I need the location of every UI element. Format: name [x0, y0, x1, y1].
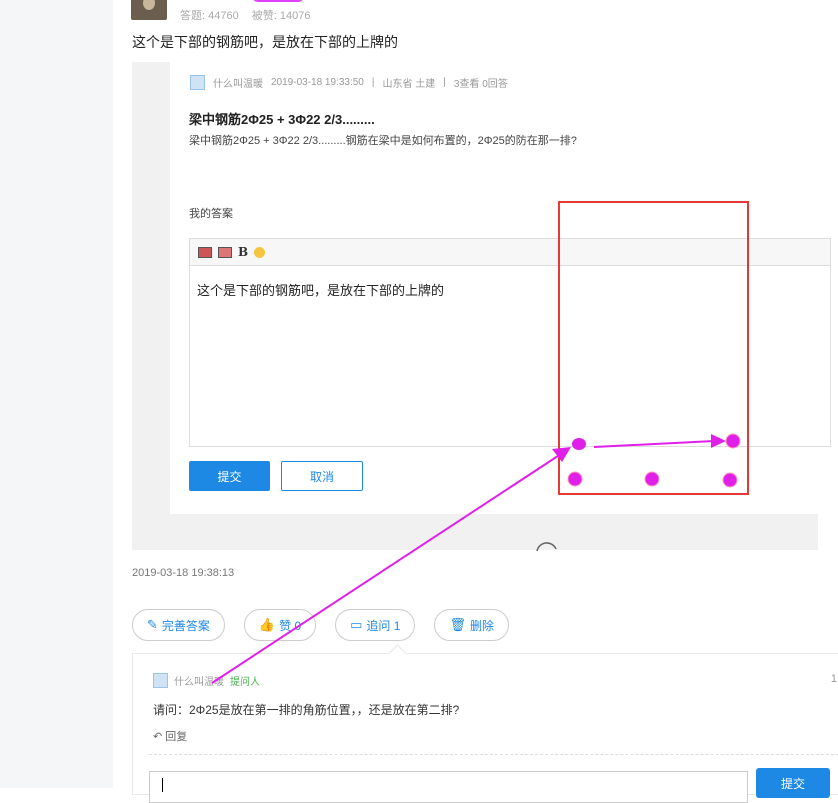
question-views: 3查看 0回答: [453, 79, 508, 90]
like-count: 被赞: 14076: [251, 10, 311, 22]
followup-count: 1: [830, 673, 837, 685]
my-answer-label: 我的答案: [189, 208, 233, 220]
answer-actions: ✎ 完善答案 👍 赞 0 ▭ 追问 1 🗑 删除: [132, 609, 509, 641]
reply-icon: ↶: [153, 731, 163, 743]
reply-link[interactable]: ↶ 回复: [153, 728, 187, 744]
question-location: 山东省 土建: [382, 79, 436, 90]
edit-icon: ✎: [147, 617, 158, 632]
picture-upload-icon[interactable]: [218, 246, 232, 258]
question-datetime: 2019-03-18 19:33:50: [271, 77, 364, 88]
reply-submit-button[interactable]: 提交: [756, 768, 830, 798]
reply-label: 回复: [165, 731, 188, 743]
left-gutter: [0, 0, 113, 788]
improve-answer-button[interactable]: ✎ 完善答案: [132, 609, 225, 641]
meta-separator: |: [443, 77, 446, 88]
answerer-avatar[interactable]: [131, 0, 167, 20]
question-title: 梁中钢筋2Φ25 + 3Φ22 2/3.........: [189, 112, 375, 127]
level-badge: [252, 0, 304, 2]
like-button[interactable]: 👍 赞 0: [243, 609, 317, 641]
text-caret: [162, 778, 163, 792]
divider: [149, 754, 838, 755]
delete-label: 删除: [469, 618, 494, 633]
embedded-screenshot: 什么叫温暖 2019-03-18 19:33:50 | 山东省 土建 | 3查看…: [132, 62, 831, 550]
bold-button[interactable]: B: [238, 245, 248, 259]
question-user: 什么叫温暖: [213, 79, 263, 90]
cancel-button[interactable]: 取消: [281, 461, 363, 491]
editor-toolbar: B: [190, 239, 830, 266]
question-meta: 什么叫温暖 2019-03-18 19:33:50 | 山东省 土建 | 3查看…: [190, 75, 508, 90]
answer-text: 这个是下部的钢筋吧，是放在下部的上牌的: [132, 34, 398, 50]
followup-label: 追问 1: [366, 618, 401, 633]
trash-icon: 🗑: [449, 617, 466, 632]
improve-label: 完善答案: [161, 618, 210, 633]
answerer-stats: 答题: 44760 被赞: 14076: [180, 7, 320, 23]
followup-panel: 什么叫温暖 提问人 1 请问：2Φ25是放在第一排的角筋位置，，还是放在第二排?…: [132, 653, 838, 803]
submit-button[interactable]: 提交: [189, 461, 270, 491]
followup-question: 请问：2Φ25是放在第一排的角筋位置，，还是放在第二排?: [153, 703, 460, 717]
user-avatar-icon: [190, 75, 205, 90]
followup-user: 什么叫温暖: [174, 677, 224, 688]
answer-count: 答题: 44760: [180, 10, 239, 22]
question-description: 梁中钢筋2Φ25 + 3Φ22 2/3.........钢筋在梁中是如何布置的，…: [189, 135, 577, 147]
meta-separator: |: [371, 77, 375, 88]
thumbs-up-icon: 👍: [258, 617, 276, 632]
asker-role-badge: 提问人: [230, 677, 260, 688]
like-label: 赞 0: [279, 618, 302, 633]
comment-icon: ▭: [350, 617, 363, 632]
delete-button[interactable]: 🗑 删除: [434, 609, 509, 641]
user-avatar-icon: [153, 673, 168, 688]
answer-timestamp: 2019-03-18 19:38:13: [132, 567, 235, 579]
image-icon[interactable]: [198, 246, 212, 258]
followup-button[interactable]: ▭ 追问 1: [335, 609, 416, 641]
editor-content[interactable]: 这个是下部的钢筋吧，是放在下部的上牌的: [190, 266, 830, 313]
emoji-icon[interactable]: [254, 246, 266, 258]
screenshot-question-panel: 什么叫温暖 2019-03-18 19:33:50 | 山东省 土建 | 3查看…: [170, 62, 831, 514]
reply-input[interactable]: [149, 771, 748, 803]
followup-meta: 什么叫温暖 提问人: [153, 673, 260, 688]
answer-editor[interactable]: B 这个是下部的钢筋吧，是放在下部的上牌的: [189, 238, 831, 447]
